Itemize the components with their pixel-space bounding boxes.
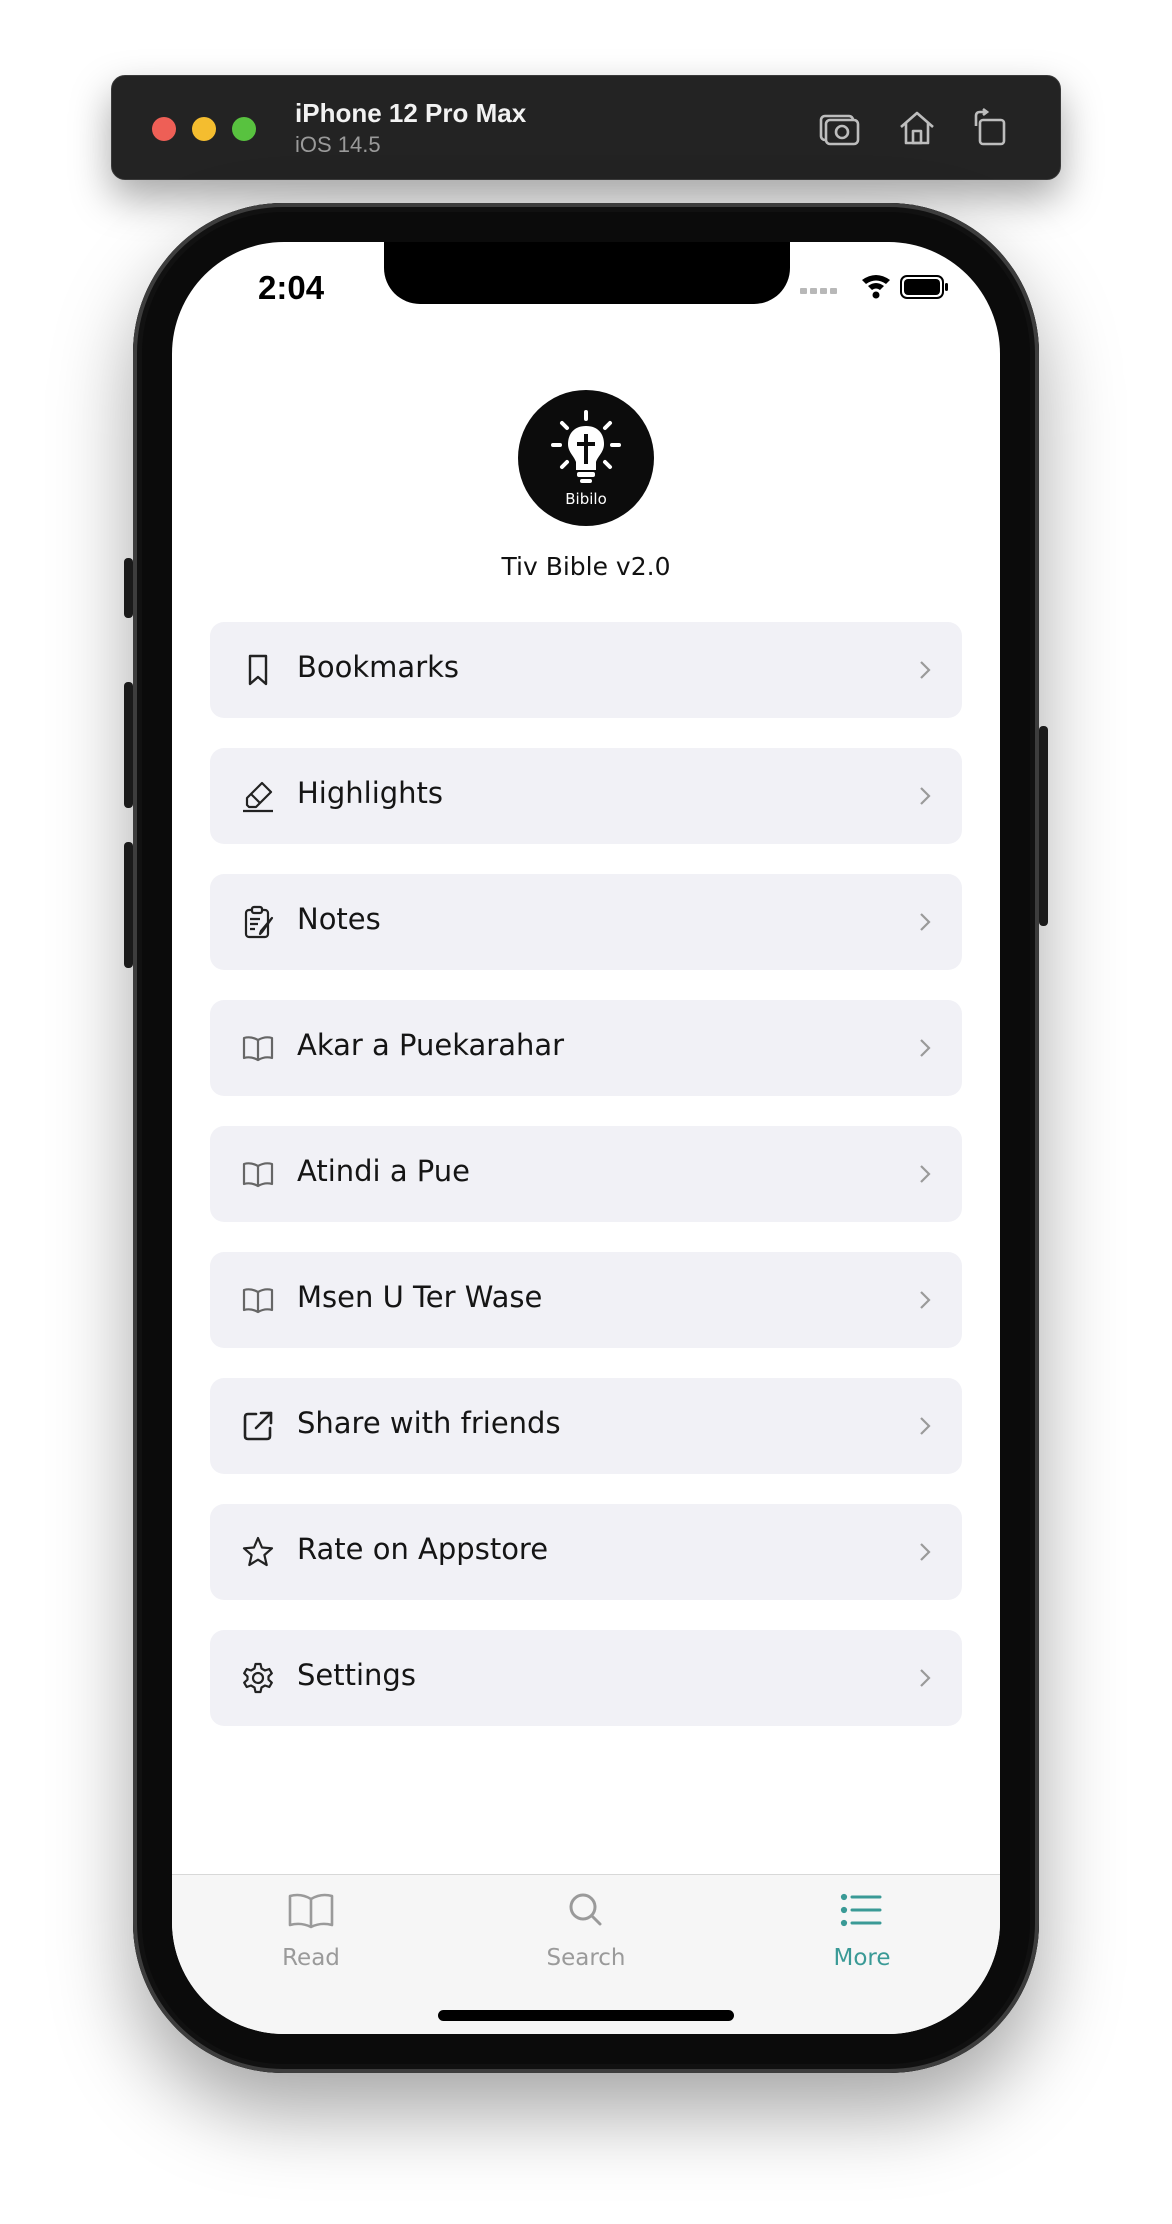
battery-icon bbox=[900, 275, 948, 299]
tab-label: More bbox=[833, 1945, 891, 1971]
menu-item-msen-u-ter-wase[interactable]: Msen U Ter Wase bbox=[210, 1252, 962, 1348]
book-icon bbox=[240, 1156, 276, 1192]
menu-item-highlights[interactable]: Highlights bbox=[210, 748, 962, 844]
volume-down-button bbox=[124, 842, 133, 968]
chevron-right-icon bbox=[918, 1288, 932, 1312]
chevron-right-icon bbox=[918, 1036, 932, 1060]
tab-more[interactable]: More bbox=[772, 1885, 952, 1985]
screenshot-icon[interactable] bbox=[817, 106, 861, 150]
tab-label: Read bbox=[282, 1945, 340, 1971]
menu-label: Rate on Appstore bbox=[297, 1532, 549, 1566]
device-name: iPhone 12 Pro Max bbox=[295, 98, 527, 128]
volume-up-button bbox=[124, 682, 133, 808]
menu-item-rate[interactable]: Rate on Appstore bbox=[210, 1504, 962, 1600]
menu-item-settings[interactable]: Settings bbox=[210, 1630, 962, 1726]
menu-label: Highlights bbox=[297, 776, 444, 810]
search-icon bbox=[562, 1889, 610, 1933]
menu-label: Notes bbox=[297, 902, 381, 936]
notch bbox=[384, 242, 790, 304]
clipboard-icon bbox=[240, 904, 276, 940]
os-version: iOS 14.5 bbox=[295, 132, 381, 157]
menu-item-akar-a-puekarahar[interactable]: Akar a Puekarahar bbox=[210, 1000, 962, 1096]
gear-icon bbox=[240, 1660, 276, 1696]
logo-text: Bibilo bbox=[565, 490, 607, 508]
menu-label: Settings bbox=[297, 1658, 416, 1692]
simulator-toolbar: iPhone 12 Pro Max iOS 14.5 bbox=[111, 75, 1061, 180]
device-screen: 2:04 Bibilo Tiv Bible v2.0 Bookmarks Hig… bbox=[172, 242, 1000, 2034]
chevron-right-icon bbox=[918, 1666, 932, 1690]
tab-label: Search bbox=[546, 1945, 626, 1971]
menu-item-bookmarks[interactable]: Bookmarks bbox=[210, 622, 962, 718]
book-icon bbox=[287, 1889, 335, 1933]
bookmark-icon bbox=[240, 652, 276, 688]
wifi-icon bbox=[862, 275, 890, 299]
rotate-icon[interactable] bbox=[968, 106, 1012, 150]
chevron-right-icon bbox=[918, 784, 932, 808]
menu-label: Share with friends bbox=[297, 1406, 561, 1440]
menu-item-atindi-a-pue[interactable]: Atindi a Pue bbox=[210, 1126, 962, 1222]
minimize-window-button[interactable] bbox=[192, 117, 216, 141]
menu-label: Atindi a Pue bbox=[297, 1154, 471, 1188]
power-button bbox=[1039, 726, 1048, 926]
book-icon bbox=[240, 1282, 276, 1318]
zoom-window-button[interactable] bbox=[232, 117, 256, 141]
star-icon bbox=[240, 1534, 276, 1570]
tab-read[interactable]: Read bbox=[221, 1885, 401, 1985]
menu-label: Msen U Ter Wase bbox=[297, 1280, 543, 1314]
home-indicator bbox=[438, 2010, 734, 2021]
close-window-button[interactable] bbox=[152, 117, 176, 141]
status-time: 2:04 bbox=[258, 269, 325, 306]
menu-label: Bookmarks bbox=[297, 650, 460, 684]
app-logo: Bibilo bbox=[518, 390, 654, 526]
highlighter-icon bbox=[240, 778, 276, 814]
menu-item-share[interactable]: Share with friends bbox=[210, 1378, 962, 1474]
mute-switch bbox=[124, 558, 133, 618]
chevron-right-icon bbox=[918, 1162, 932, 1186]
chevron-right-icon bbox=[918, 658, 932, 682]
book-icon bbox=[240, 1030, 276, 1066]
list-icon bbox=[838, 1889, 886, 1933]
status-icons bbox=[800, 274, 950, 302]
menu-item-notes[interactable]: Notes bbox=[210, 874, 962, 970]
chevron-right-icon bbox=[918, 1540, 932, 1564]
chevron-right-icon bbox=[918, 1414, 932, 1438]
tab-search[interactable]: Search bbox=[496, 1885, 676, 1985]
menu-label: Akar a Puekarahar bbox=[297, 1028, 565, 1062]
home-icon[interactable] bbox=[895, 106, 939, 150]
cellular-signal-icon bbox=[800, 288, 837, 294]
chevron-right-icon bbox=[918, 910, 932, 934]
share-icon bbox=[240, 1408, 276, 1444]
app-version: Tiv Bible v2.0 bbox=[501, 552, 671, 581]
